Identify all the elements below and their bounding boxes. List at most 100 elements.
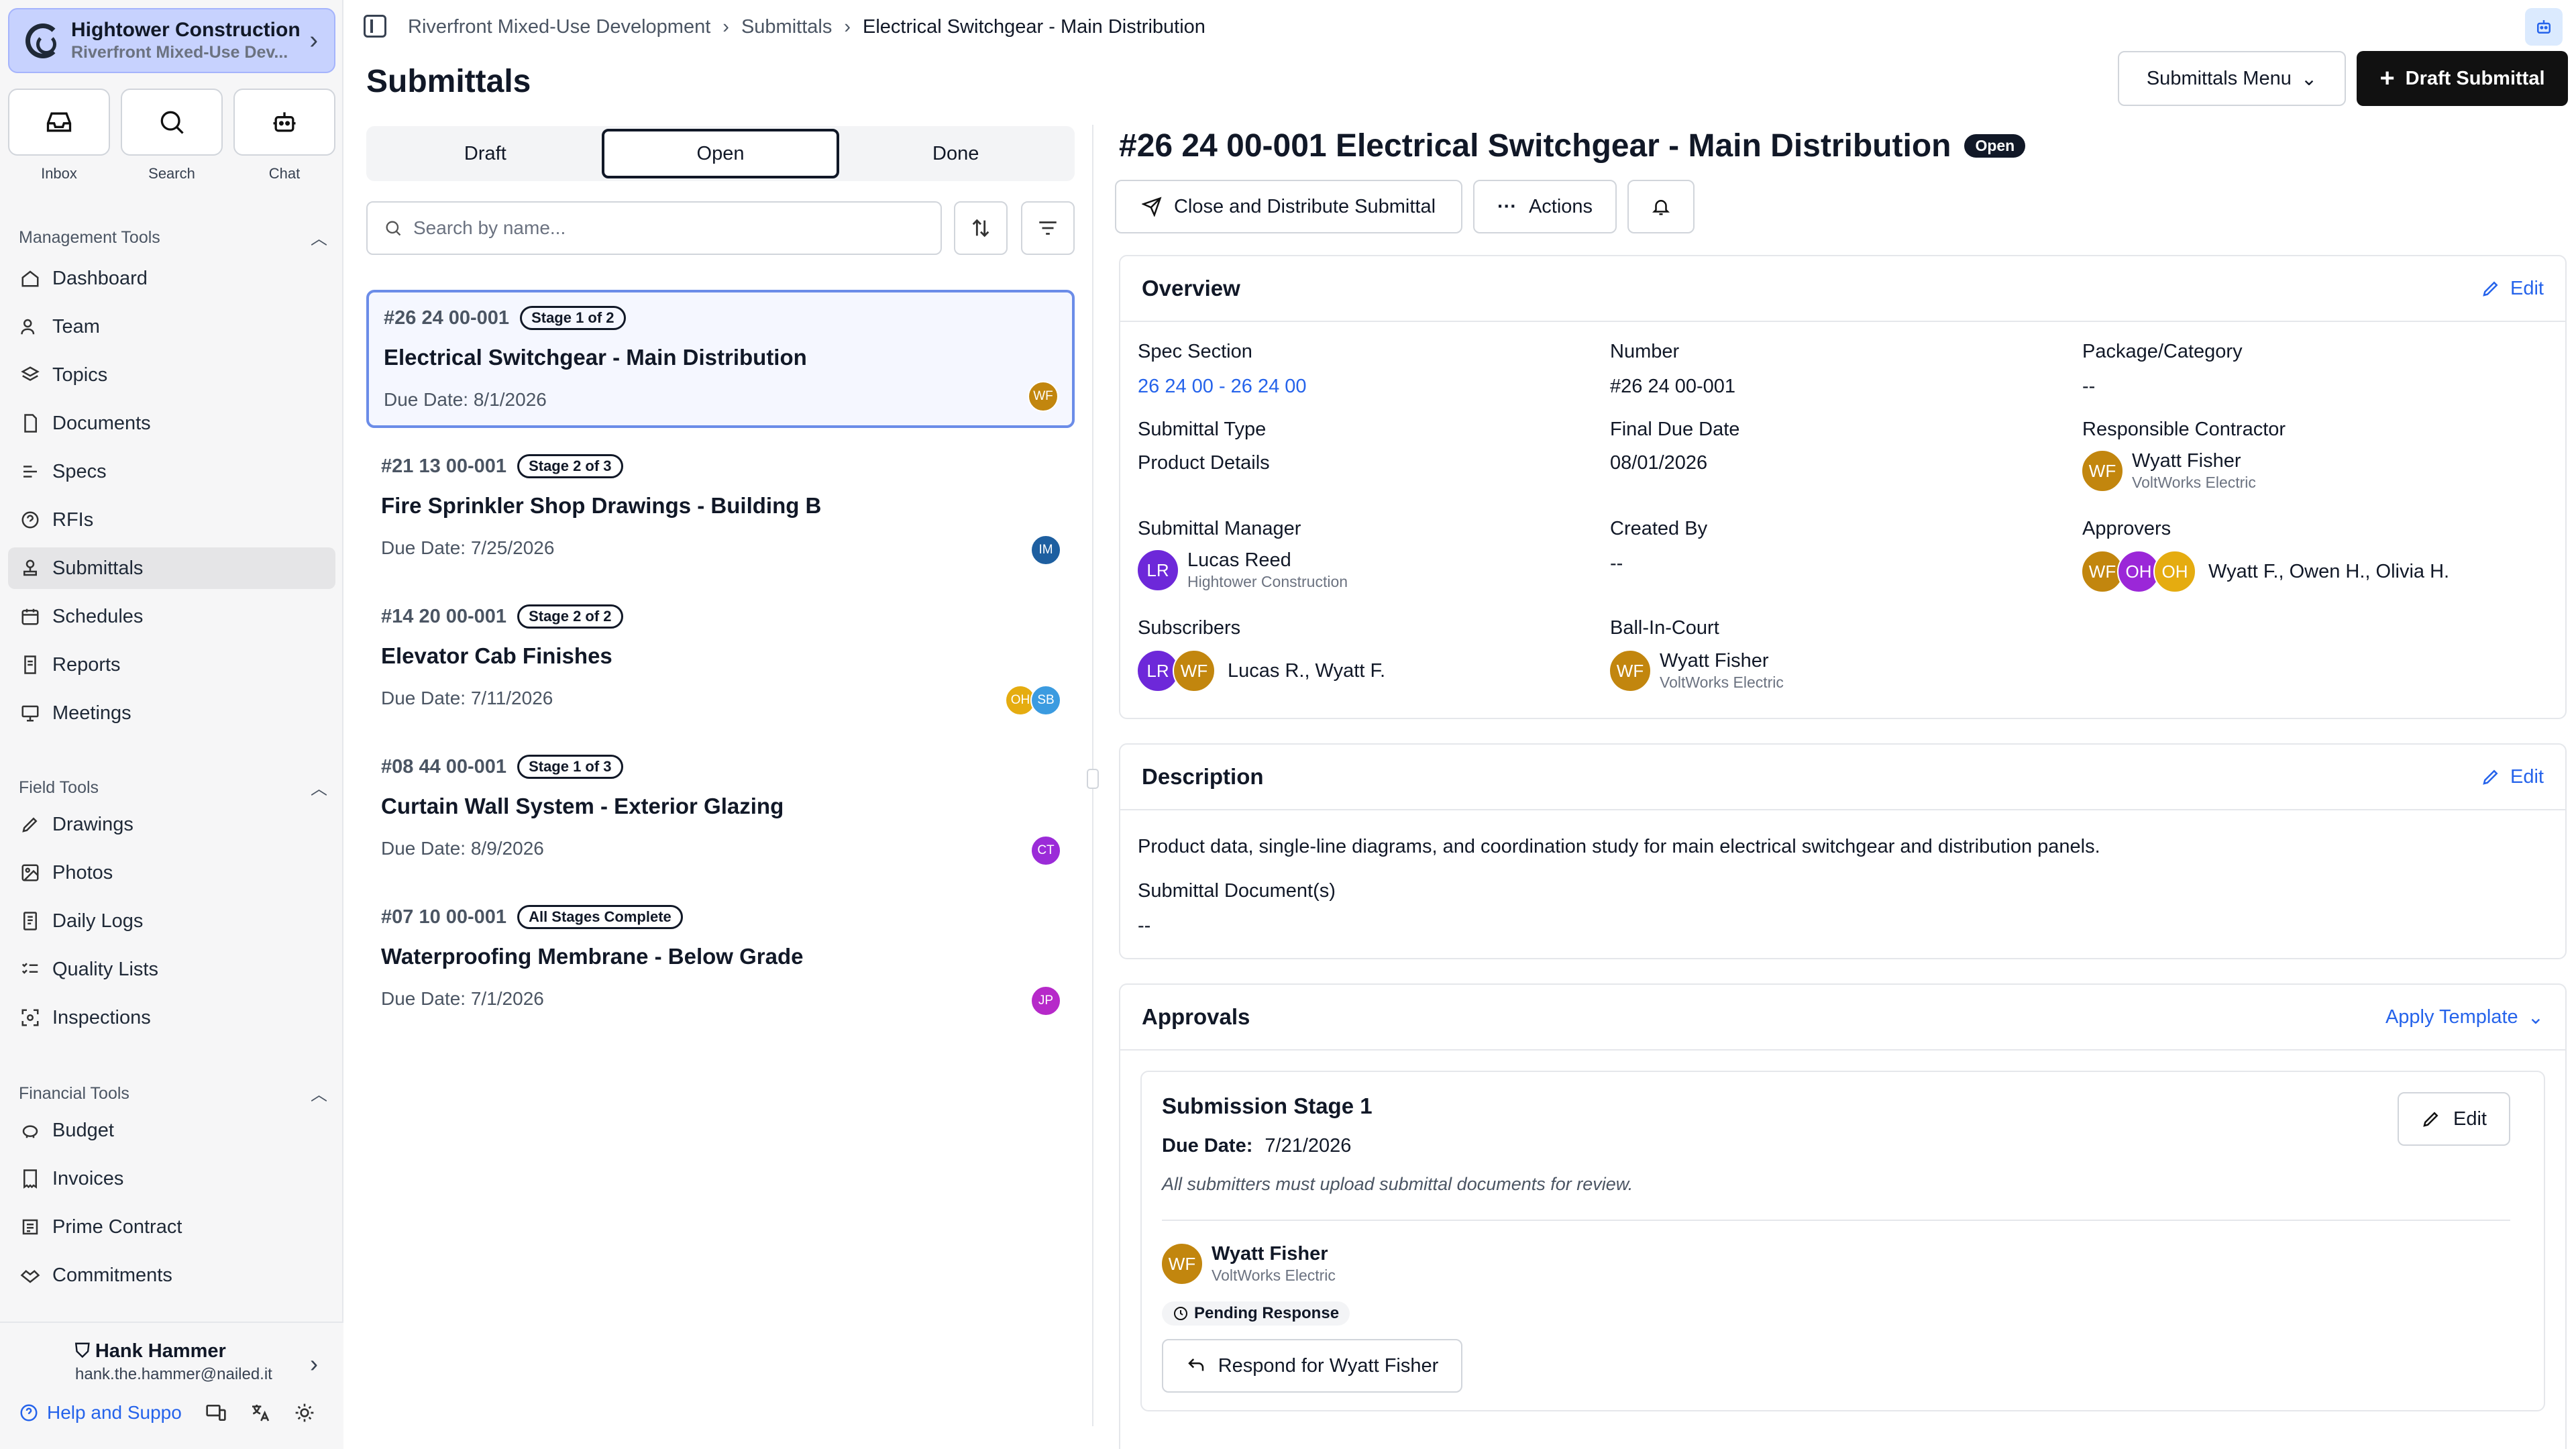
company-name: Hightower Construction xyxy=(71,19,301,41)
home-icon xyxy=(20,268,40,288)
apply-template-button[interactable]: Apply Template ⌄ xyxy=(2385,1006,2544,1029)
translate-icon[interactable] xyxy=(250,1402,271,1424)
sidebar-item-documents[interactable]: Documents xyxy=(8,402,335,444)
stage-edit-button[interactable]: Edit xyxy=(2398,1092,2510,1146)
log-icon xyxy=(20,911,40,931)
breadcrumb-submittals[interactable]: Submittals xyxy=(741,16,832,38)
chevron-down-icon: ⌄ xyxy=(2527,1006,2544,1028)
sidebar-item-topics[interactable]: Topics xyxy=(8,354,335,396)
more-icon: ··· xyxy=(1497,195,1517,217)
spec-section-label: Spec Section xyxy=(1138,341,1252,362)
manager-org: Hightower Construction xyxy=(1187,573,1348,590)
help-link[interactable]: Help and Suppo xyxy=(19,1402,182,1424)
sidebar-item-commitments[interactable]: Commitments xyxy=(8,1254,335,1296)
user-panel: ⛉ Hank Hammer hank.the.hammer@nailed.it … xyxy=(0,1322,343,1449)
notifications-button[interactable] xyxy=(1627,180,1695,233)
sidebar-item-budget[interactable]: Budget xyxy=(8,1110,335,1151)
card-title: Fire Sprinkler Shop Drawings - Building … xyxy=(381,493,822,518)
sidebar-item-photos[interactable]: Photos xyxy=(8,852,335,894)
resize-handle[interactable] xyxy=(1087,769,1099,789)
submittal-type-value: Product Details xyxy=(1138,452,1270,474)
chevron-up-icon: ︿ xyxy=(310,229,327,248)
user-info[interactable]: ⛉ Hank Hammer hank.the.hammer@nailed.it xyxy=(75,1340,272,1384)
sidebar-item-inspections[interactable]: Inspections xyxy=(8,997,335,1038)
respond-button[interactable]: Respond for Wyatt Fisher xyxy=(1162,1339,1462,1393)
company-logo-icon xyxy=(25,23,60,58)
sidebar-item-prime-contract[interactable]: Prime Contract xyxy=(8,1206,335,1248)
description-header: Description Edit xyxy=(1120,745,2565,810)
submittal-card[interactable]: #21 13 00-001 Stage 2 of 3 Fire Sprinkle… xyxy=(366,441,1075,579)
description-text: Product data, single-line diagrams, and … xyxy=(1138,836,2100,857)
app-root: Hightower Construction Riverfront Mixed-… xyxy=(0,0,2576,1449)
sidebar-item-dashboard[interactable]: Dashboard xyxy=(8,258,335,299)
quick-search[interactable]: Search xyxy=(121,89,223,182)
quick-inbox[interactable]: Inbox xyxy=(8,89,110,182)
approvers-label: Approvers xyxy=(2082,518,2171,539)
breadcrumb-project[interactable]: Riverfront Mixed-Use Development xyxy=(408,16,710,38)
actions-button[interactable]: ··· Actions xyxy=(1473,180,1617,233)
sidebar-item-specs[interactable]: Specs xyxy=(8,451,335,492)
spec-section-link[interactable]: 26 24 00 - 26 24 00 xyxy=(1138,376,1307,398)
chevron-right-icon[interactable]: › xyxy=(310,1350,318,1378)
project-switcher[interactable]: Hightower Construction Riverfront Mixed-… xyxy=(8,8,335,73)
sidebar-item-label: Daily Logs xyxy=(52,910,144,932)
sidebar-item-invoices[interactable]: Invoices xyxy=(8,1158,335,1199)
sidebar-item-rfis[interactable]: RFIs xyxy=(8,499,335,541)
user-email: hank.the.hammer@nailed.it xyxy=(75,1365,272,1383)
search-icon xyxy=(386,221,401,236)
sidebar-item-reports[interactable]: Reports xyxy=(8,644,335,686)
quick-chat[interactable]: Chat xyxy=(233,89,335,182)
sidebar-item-quality-lists[interactable]: Quality Lists xyxy=(8,949,335,990)
submittal-card[interactable]: #26 24 00-001 Stage 1 of 2 Electrical Sw… xyxy=(366,290,1075,428)
sort-button[interactable] xyxy=(954,201,1008,255)
final-due-label: Final Due Date xyxy=(1610,419,1740,440)
filter-button[interactable] xyxy=(1021,201,1075,255)
card-due-date: Due Date: 7/11/2026 xyxy=(381,688,553,708)
field-tools-header[interactable]: Field Tools ︿ xyxy=(19,775,327,800)
file-icon xyxy=(20,413,40,433)
pencil-icon xyxy=(2483,281,2498,297)
financial-tools-header[interactable]: Financial Tools ︿ xyxy=(19,1081,327,1106)
submittal-card[interactable]: #14 20 00-001 Stage 2 of 2 Elevator Cab … xyxy=(366,591,1075,729)
description-edit-button[interactable]: Edit xyxy=(2481,766,2544,788)
card-avatars: JP xyxy=(1030,985,1061,1016)
sidebar-item-label: Inspections xyxy=(52,1006,151,1028)
sort-icon xyxy=(972,219,989,237)
theme-icon[interactable] xyxy=(294,1402,315,1424)
devices-icon[interactable] xyxy=(205,1402,227,1424)
sidebar-toggle-icon[interactable] xyxy=(364,15,386,38)
submittals-menu-button[interactable]: Submittals Menu ⌄ xyxy=(2118,51,2346,106)
sidebar-item-meetings[interactable]: Meetings xyxy=(8,692,335,734)
sidebar-item-team[interactable]: Team xyxy=(8,306,335,347)
tab-draft[interactable]: Draft xyxy=(369,129,602,178)
sidebar-item-daily-logs[interactable]: Daily Logs xyxy=(8,900,335,942)
help-label: Help and Suppo xyxy=(47,1402,182,1423)
assistant-button[interactable] xyxy=(2525,8,2563,46)
rfi-icon xyxy=(20,510,40,530)
management-tools-header[interactable]: Management Tools ︿ xyxy=(19,225,327,250)
draft-submittal-button[interactable]: + Draft Submittal xyxy=(2357,51,2568,106)
inbox-button[interactable] xyxy=(8,89,110,156)
overview-edit-button[interactable]: Edit xyxy=(2481,278,2544,300)
sidebar-item-schedules[interactable]: Schedules xyxy=(8,596,335,637)
chevron-up-icon: ︿ xyxy=(310,780,327,798)
submittal-card[interactable]: #07 10 00-001 All Stages Complete Waterp… xyxy=(366,892,1075,1030)
close-distribute-button[interactable]: Close and Distribute Submittal xyxy=(1115,180,1462,233)
card-avatars: CT xyxy=(1030,835,1061,866)
stage-note: All submitters must upload submittal doc… xyxy=(1162,1174,1633,1194)
tab-open[interactable]: Open xyxy=(601,129,840,178)
sidebar-item-submittals[interactable]: Submittals xyxy=(8,547,335,589)
sidebar-item-drawings[interactable]: Drawings xyxy=(8,804,335,845)
checklist-icon xyxy=(20,959,40,979)
chat-button[interactable] xyxy=(233,89,335,156)
scan-icon xyxy=(20,1008,40,1028)
bic-name: Wyatt Fisher xyxy=(1660,650,1769,672)
search-button[interactable] xyxy=(121,89,223,156)
manager-text: Lucas Reed Hightower Construction xyxy=(1187,549,1348,591)
card-number: #08 44 00-001 xyxy=(381,755,507,777)
tab-done[interactable]: Done xyxy=(839,129,1072,178)
drawing-icon xyxy=(20,814,40,835)
submittal-card[interactable]: #08 44 00-001 Stage 1 of 3 Curtain Wall … xyxy=(366,741,1075,879)
field-tools-label: Field Tools xyxy=(19,777,99,797)
search-input[interactable]: Search by name... xyxy=(366,201,942,255)
